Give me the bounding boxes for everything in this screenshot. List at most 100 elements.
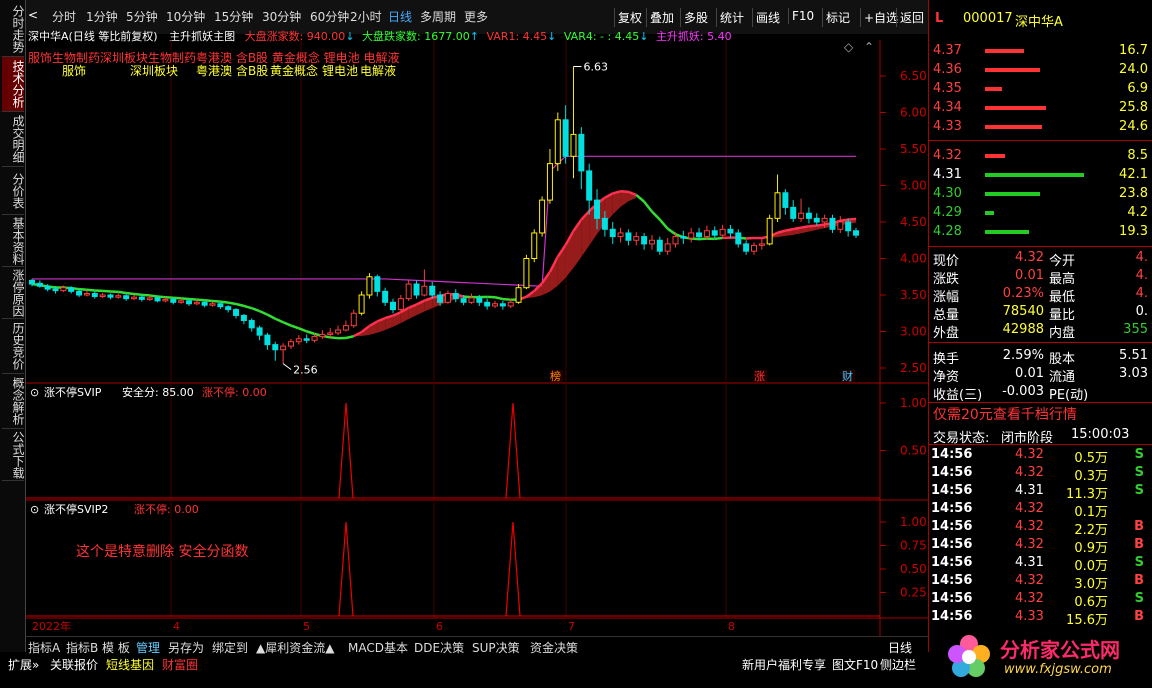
left-tab-3[interactable]: 分价表 xyxy=(2,167,25,215)
candle-body xyxy=(539,199,546,234)
tick-time: 14:56 xyxy=(931,609,973,624)
candle-body xyxy=(68,287,75,292)
left-tab-4[interactable]: 基本资料 xyxy=(2,215,25,267)
tool-4[interactable]: 画线 xyxy=(752,8,783,27)
ma-segment xyxy=(235,302,245,308)
tick-side: B xyxy=(1134,609,1144,624)
panel-axis-label: 1.00 xyxy=(900,396,927,410)
price-axis-label: 3.50 xyxy=(900,288,927,302)
panel-icon[interactable]: ⊙ xyxy=(30,386,39,399)
period-0[interactable]: 分时 xyxy=(52,8,76,25)
quote-label: 净资 xyxy=(933,370,960,385)
stock-name: 深中华A xyxy=(1015,15,1063,30)
ma-segment xyxy=(204,299,213,303)
period-2[interactable]: 5分钟 xyxy=(126,8,158,25)
tick-volume: 0.1万 xyxy=(1074,505,1108,520)
candle-body xyxy=(766,217,773,245)
promo-link[interactable]: 仅需20元查看千档行情 xyxy=(933,404,1077,424)
status-right-2[interactable]: 侧边栏 xyxy=(880,656,916,673)
ma-segment xyxy=(620,190,629,194)
tool-0[interactable]: 复权 xyxy=(614,8,645,27)
trade-status-time: 15:00:03 xyxy=(1071,427,1130,442)
panel-axis-label: 0.25 xyxy=(900,586,927,600)
chevron-left-icon[interactable]: < xyxy=(28,8,38,22)
tool-1[interactable]: 叠加 xyxy=(646,8,677,27)
tick-price: 4.32 xyxy=(1015,573,1044,588)
candle-body xyxy=(845,221,852,232)
status-right-0[interactable]: 新用户福利专享 xyxy=(742,656,826,673)
watermark-title: 分析家公式网 xyxy=(1000,638,1120,662)
candle-body xyxy=(625,232,632,241)
quote-divider xyxy=(929,402,1152,403)
tool-6[interactable]: 标记 xyxy=(822,8,853,27)
left-tab-0[interactable]: 分时走势 xyxy=(2,2,25,57)
status-item-2[interactable]: 短线基因 xyxy=(106,656,154,673)
tick-time: 14:56 xyxy=(931,465,973,480)
status-item-0[interactable]: 扩展» xyxy=(8,656,39,673)
period-1[interactable]: 1分钟 xyxy=(86,8,118,25)
status-item-3[interactable]: 财富圈 xyxy=(162,656,198,673)
price-axis-label: 5.50 xyxy=(900,142,927,156)
candle-body xyxy=(185,300,192,305)
period-3[interactable]: 10分钟 xyxy=(166,8,205,25)
candle-body xyxy=(201,301,208,306)
candle-body xyxy=(727,228,734,234)
event-tag-1[interactable]: 涨 xyxy=(754,370,765,383)
tool-3[interactable]: 统计 xyxy=(716,8,747,27)
panel1-safe: 安全分: 85.00 xyxy=(122,385,194,399)
tick-side: S xyxy=(1134,447,1144,462)
period-4[interactable]: 15分钟 xyxy=(214,8,253,25)
bid-price: 4.32 xyxy=(933,148,962,163)
ma-segment xyxy=(800,225,810,229)
candle-body xyxy=(837,221,844,230)
tool-5[interactable]: F10 xyxy=(788,8,817,24)
left-tab-2[interactable]: 成交明细 xyxy=(2,112,25,167)
left-tab-1[interactable]: 技术分析 xyxy=(2,57,25,112)
x-axis-label: 5 xyxy=(303,620,310,633)
quote-label-2: 流通 xyxy=(1049,370,1076,385)
candle-body xyxy=(460,298,467,303)
tick-volume: 0.6万 xyxy=(1074,595,1108,610)
ma-segment xyxy=(133,292,143,297)
tick-volume: 15.6万 xyxy=(1066,613,1108,628)
tool-2[interactable]: 多股 xyxy=(680,8,711,27)
period-7[interactable]: 2小时 xyxy=(350,8,382,25)
quote-value-2: 5.51 xyxy=(1119,348,1148,363)
status-item-1[interactable]: 关联报价 xyxy=(50,656,98,673)
candle-body xyxy=(750,244,757,252)
candle-body xyxy=(554,119,561,165)
left-tab-7[interactable]: 概念解析 xyxy=(2,374,25,429)
bid-bar xyxy=(985,154,1005,158)
period-5[interactable]: 30分钟 xyxy=(262,8,301,25)
ma-segment xyxy=(251,306,261,313)
left-tab-5[interactable]: 涨停原因 xyxy=(2,267,25,319)
quote-label-2: 今开 xyxy=(1049,254,1076,269)
period-10[interactable]: 更多 xyxy=(464,8,488,25)
quote-panel: L 000017 深中华A 4.37 16.7 4.36 24.0 4.35 6.9 4.3… xyxy=(928,0,1152,652)
stock-code: 000017 xyxy=(963,11,1013,26)
status-right-1[interactable]: 图文F10 xyxy=(832,656,878,673)
tick-volume: 0.9万 xyxy=(1074,541,1108,556)
panel1-name: 涨不停SVIP xyxy=(44,385,102,399)
tick-volume: 11.3万 xyxy=(1066,487,1108,502)
period-9[interactable]: 多周期 xyxy=(420,8,456,25)
candle-body xyxy=(664,243,671,252)
event-tag-2[interactable]: 财 xyxy=(842,369,853,383)
panel-icon[interactable]: ⊙ xyxy=(30,503,39,516)
up-icon[interactable]: ⌃ xyxy=(864,40,874,54)
candle-body xyxy=(546,163,553,201)
candle-body xyxy=(735,232,742,245)
tick-time: 14:56 xyxy=(931,447,973,462)
period-6[interactable]: 60分钟 xyxy=(310,8,349,25)
tool-8[interactable]: 返回 xyxy=(896,8,927,27)
candle-body xyxy=(672,236,679,245)
ma-segment xyxy=(290,324,300,330)
left-tab-6[interactable]: 历史竞价 xyxy=(2,319,25,374)
tool-7[interactable]: +自选 xyxy=(860,8,901,27)
event-tag-0[interactable]: 榜 xyxy=(550,369,561,383)
ma-segment xyxy=(220,300,229,304)
period-8[interactable]: 日线 xyxy=(388,8,412,25)
left-tab-8[interactable]: 公式下载 xyxy=(2,429,25,481)
spike-mark xyxy=(505,402,521,499)
diamond-icon[interactable]: ◇ xyxy=(844,40,854,54)
